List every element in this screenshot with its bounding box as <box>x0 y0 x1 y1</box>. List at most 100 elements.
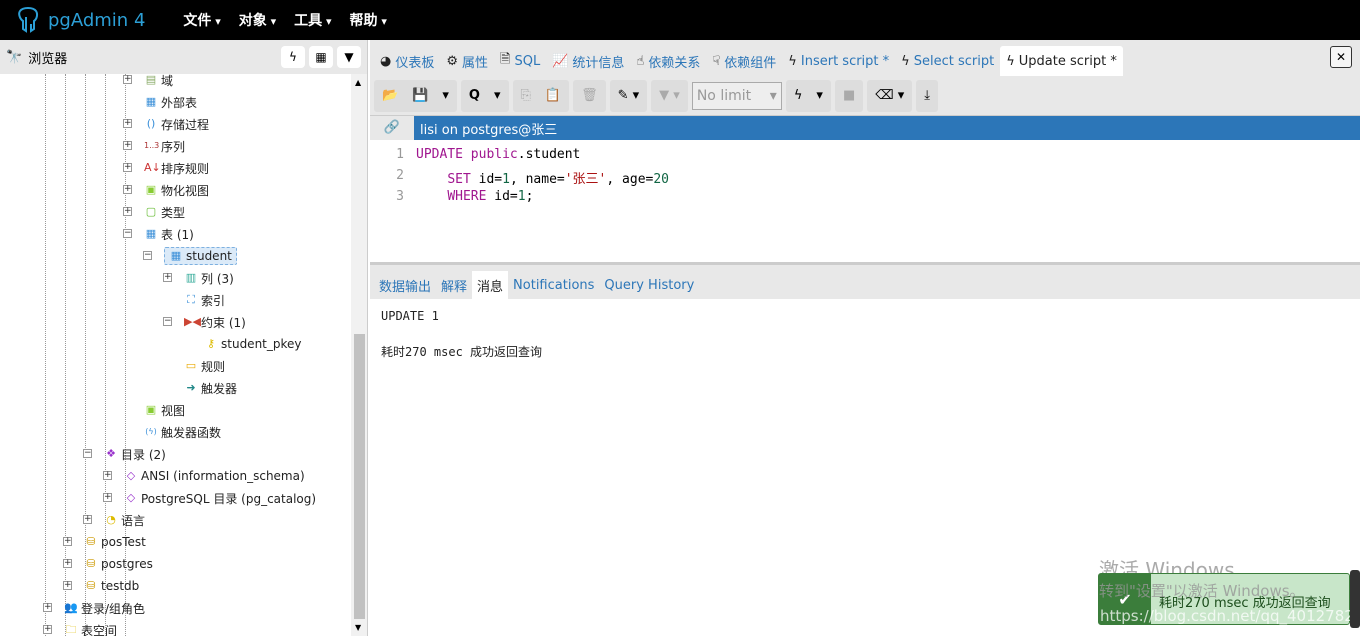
tree-item[interactable]: − ▶◀ 约束 (1) <box>163 311 246 333</box>
filter-icon[interactable]: ▼ ▾ <box>659 88 680 103</box>
scroll-up-icon[interactable]: ▲ <box>355 78 361 87</box>
tab-[interactable]: ☝ 依赖关系 <box>630 46 706 76</box>
tree-item-label: 视图 <box>161 403 186 418</box>
expand-icon[interactable]: + <box>123 119 132 128</box>
save-dropdown-icon[interactable]: ▾ <box>442 88 449 103</box>
collapse-icon[interactable]: − <box>123 229 132 238</box>
close-tab-button[interactable]: ✕ <box>1330 46 1352 68</box>
copy-icon[interactable]: ⎘ <box>521 88 531 103</box>
expand-icon[interactable]: + <box>163 273 172 282</box>
tree-item[interactable]: + 👥 登录/组角色 <box>43 597 145 619</box>
tree-item[interactable]: ⛶ 索引 <box>184 289 225 311</box>
expand-icon[interactable]: + <box>63 537 72 546</box>
app-logo[interactable]: pgAdmin 4 <box>16 7 145 33</box>
stop-icon[interactable]: ■ <box>843 88 855 103</box>
expand-icon[interactable]: + <box>123 141 132 150</box>
tree-item[interactable]: + ▤ 域 <box>123 74 174 91</box>
expand-icon[interactable]: + <box>83 515 92 524</box>
expand-icon[interactable]: + <box>63 581 72 590</box>
filter-button[interactable]: ▼ <box>337 46 361 68</box>
find-icon[interactable]: Q <box>469 88 480 103</box>
sql-editor[interactable]: 1 2 3 UPDATE public.student SET id=1, na… <box>370 140 1360 265</box>
tree-scrollbar[interactable]: ▲ ▼ <box>351 74 367 636</box>
tree-item[interactable]: + ▥ 列 (3) <box>163 267 234 289</box>
tree-item[interactable]: + ⛁ testdb <box>63 575 139 597</box>
tree-item[interactable]: +1..3 序列 <box>123 135 185 157</box>
query-tool-button[interactable]: ϟ <box>281 46 305 68</box>
expand-icon[interactable]: + <box>123 75 132 84</box>
find-dropdown-icon[interactable]: ▾ <box>494 88 501 103</box>
menu-object[interactable]: 对象 <box>239 10 276 30</box>
expand-icon[interactable]: + <box>123 207 132 216</box>
tree-item-label: 域 <box>161 74 174 88</box>
save-icon[interactable]: 💾 <box>412 88 428 103</box>
tab-[interactable]: ◕ 仪表板 <box>374 46 440 76</box>
tab-[interactable]: ☟ 依赖组件 <box>706 46 782 76</box>
tree-item[interactable]: + ⛁ posTest <box>63 531 146 553</box>
tree-item[interactable]: − ❖ 目录 (2) <box>83 443 166 465</box>
domain-icon: ▤ <box>145 74 157 86</box>
tree-item[interactable]: ➜ 触发器 <box>184 377 237 399</box>
open-file-icon[interactable]: 📂 <box>382 88 398 103</box>
tree-item[interactable]: (ϟ) 触发器函数 <box>144 421 221 443</box>
edit-icon[interactable]: ✎ ▾ <box>618 88 640 103</box>
sql-icon: 🗎 <box>500 52 511 67</box>
menu-file[interactable]: 文件 <box>183 10 220 30</box>
expand-icon[interactable]: + <box>63 559 72 568</box>
scroll-down-icon[interactable]: ▼ <box>355 623 361 632</box>
connection-label[interactable]: lisi on postgres@张三 <box>414 119 557 138</box>
row-limit-select[interactable]: No limit ▾ <box>691 81 782 110</box>
expand-icon[interactable]: + <box>123 185 132 194</box>
expand-icon[interactable]: + <box>103 493 112 502</box>
delete-icon[interactable]: 🗑 <box>581 88 598 103</box>
result-tab[interactable]: 解释 <box>436 271 472 299</box>
tree-item[interactable]: + () 存储过程 <box>123 113 209 135</box>
menu-help[interactable]: 帮助 <box>349 10 386 30</box>
tree-item[interactable]: + A↓ 排序规则 <box>123 157 209 179</box>
expand-icon[interactable]: + <box>43 603 52 612</box>
result-tab[interactable]: Notifications <box>508 271 599 299</box>
tab-[interactable]: ⚙ 属性 <box>440 46 494 76</box>
expand-icon[interactable]: + <box>43 625 52 634</box>
execute-icon[interactable]: ϟ <box>794 88 803 103</box>
paste-icon[interactable]: 📋 <box>545 88 561 103</box>
tab-sql[interactable]: 🗎 SQL <box>494 46 546 76</box>
tree-item[interactable]: + ▢ 类型 <box>123 201 185 223</box>
collapse-icon[interactable]: − <box>83 449 92 458</box>
tree-item[interactable]: − ▦ 表 (1) <box>123 223 194 245</box>
line-number: 1 <box>396 147 404 162</box>
tab-[interactable]: 📈 统计信息 <box>546 46 630 76</box>
app-title: pgAdmin 4 <box>48 9 146 31</box>
selected-node[interactable]: ▦ student <box>164 247 237 265</box>
link-icon[interactable]: 🔗 <box>370 116 414 140</box>
collapse-icon[interactable]: − <box>163 317 172 326</box>
expand-icon[interactable]: + <box>123 163 132 172</box>
menu-tools[interactable]: 工具 <box>294 10 331 30</box>
view-data-button[interactable]: ▦ <box>309 46 333 68</box>
tree-item[interactable]: ▦ 外部表 <box>144 91 197 113</box>
dependencies-icon: ☝ <box>636 53 645 69</box>
tree-item[interactable]: + ▣ 物化视图 <box>123 179 209 201</box>
download-icon[interactable]: ⤓ <box>924 88 930 103</box>
tree-item[interactable]: + 🗀 表空间 <box>43 619 117 636</box>
scrollbar-thumb[interactable] <box>354 334 365 619</box>
result-tab[interactable]: Query History <box>599 271 699 299</box>
tree-item[interactable]: − ▦ student <box>143 245 237 267</box>
result-tab[interactable]: 消息 <box>472 271 509 299</box>
result-tab[interactable]: 数据输出 <box>374 271 436 299</box>
tree-item[interactable]: + ◇ ANSI (information_schema) <box>103 465 305 487</box>
tree-item[interactable]: + ◔ 语言 <box>83 509 145 531</box>
tree-item[interactable]: ▣ 视图 <box>144 399 185 421</box>
tab-update-script[interactable]: ϟ Update script * <box>1000 46 1123 76</box>
tree-item[interactable]: ⚷ student_pkey <box>204 333 302 355</box>
eraser-icon[interactable]: ⌫ ▾ <box>875 88 904 103</box>
execute-dropdown-icon[interactable]: ▾ <box>816 88 823 103</box>
tree-item[interactable]: + ◇ PostgreSQL 目录 (pg_catalog) <box>103 487 316 509</box>
key-icon: ⚷ <box>206 337 216 350</box>
tab-insert-script[interactable]: ϟ Insert script * <box>782 46 895 76</box>
tree-item[interactable]: + ⛁ postgres <box>63 553 153 575</box>
tab-select-script[interactable]: ϟ Select script <box>895 46 1000 76</box>
tree-item[interactable]: ▭ 规则 <box>184 355 225 377</box>
expand-icon[interactable]: + <box>103 471 112 480</box>
collapse-icon[interactable]: − <box>143 251 152 260</box>
